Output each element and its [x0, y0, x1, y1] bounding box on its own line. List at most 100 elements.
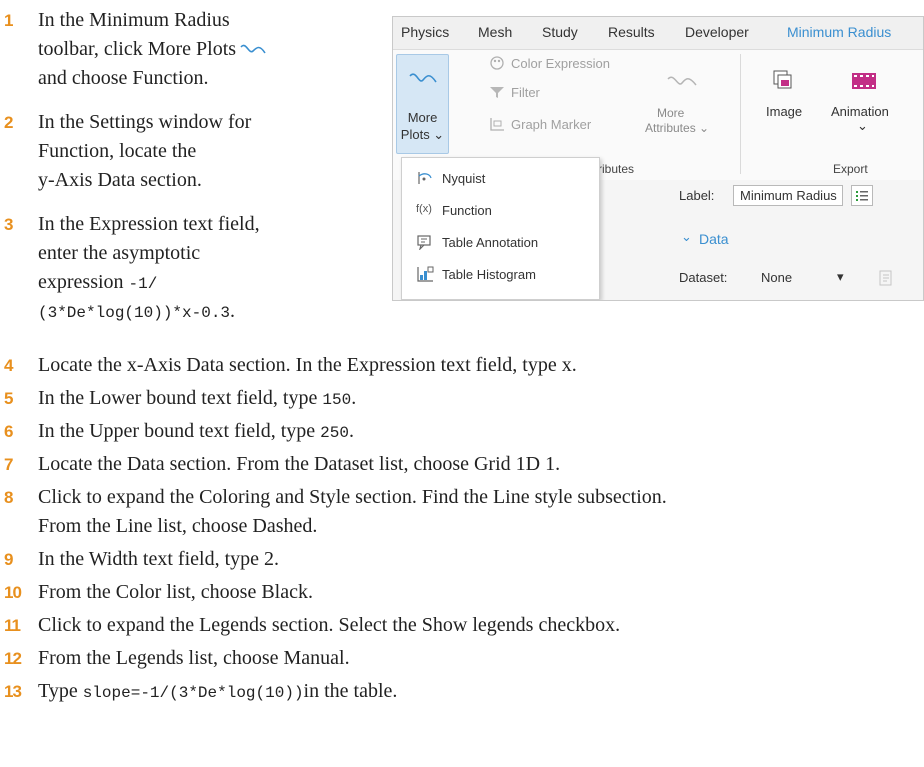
menu-item-label: Function: [442, 203, 492, 218]
tab-physics[interactable]: Physics: [401, 24, 449, 40]
step-number: 1: [4, 11, 14, 30]
step-text: and choose Function.: [38, 67, 209, 89]
animation-label: Animation: [831, 104, 889, 119]
step-number: 7: [4, 455, 14, 474]
more-attributes-label: Attributes ⌄: [645, 121, 710, 135]
step-text: In the Settings window for: [38, 111, 252, 133]
export-group-label: Export: [833, 162, 868, 176]
filter-button[interactable]: Filter: [489, 85, 540, 100]
settings-window: Label: Minimum Radius ⌄ Data Dataset: No…: [673, 180, 923, 300]
step-text: From the Line list, choose Dashed.: [38, 515, 318, 537]
tab-minimum-radius[interactable]: Minimum Radius: [787, 24, 891, 40]
more-plots-label: Plots ⌄: [400, 127, 445, 142]
more-attributes-label: More: [657, 106, 685, 120]
app-screenshot: Physics Mesh Study Results Developer Min…: [392, 16, 924, 301]
dataset-properties-icon[interactable]: [879, 270, 893, 286]
more-plots-wave-icon: [240, 44, 266, 54]
step-text: toolbar, click More Plots: [38, 38, 237, 60]
data-section-title: Data: [699, 231, 729, 247]
graph-marker-button[interactable]: Graph Marker: [489, 117, 591, 132]
code-value: slope=-1/(3*De*log(10)): [82, 684, 304, 702]
palette-icon: [490, 56, 504, 70]
code-value: 150: [322, 391, 352, 409]
step-number: 10: [4, 583, 22, 602]
list-icon: [856, 191, 868, 201]
image-export-icon: [773, 70, 792, 89]
step-text: expression: [38, 271, 124, 293]
more-plots-wave-icon: [409, 73, 437, 83]
ribbon-divider: [740, 54, 741, 174]
filter-label: Filter: [511, 85, 540, 100]
graph-marker-label: Graph Marker: [511, 117, 592, 132]
step-text: In the Upper bound text field, type: [38, 420, 321, 442]
data-section-header[interactable]: ⌄ Data: [673, 226, 923, 250]
step-text: In the Expression text field,: [38, 213, 260, 235]
step-number: 4: [4, 356, 14, 375]
wave-icon: [667, 76, 697, 86]
step-text: From the Legends list, choose Manual.: [38, 647, 350, 669]
table-annotation-icon: [417, 235, 431, 250]
menu-item-table-histogram[interactable]: Table Histogram: [402, 258, 599, 290]
tab-results[interactable]: Results: [608, 24, 655, 40]
menu-item-function[interactable]: f(x) Function: [402, 194, 599, 226]
label-caption: Label:: [679, 188, 715, 203]
menu-item-table-annotation[interactable]: Table Annotation: [402, 226, 599, 258]
chevron-down-icon: ⌄: [681, 229, 692, 244]
more-attributes-button[interactable]: More Attributes ⌄: [641, 60, 721, 150]
animation-button[interactable]: Animation ⌄: [825, 60, 905, 150]
step-text: Click to expand the Legends section. Sel…: [38, 614, 621, 636]
more-plots-button[interactable]: More Plots ⌄: [396, 54, 449, 154]
step-number: 5: [4, 389, 14, 408]
code-expression: (3*De*log(10))*x-0.3: [38, 304, 231, 322]
color-expression-label: Color Expression: [511, 56, 610, 71]
ribbon-tab-bar: Physics Mesh Study Results Developer Min…: [393, 17, 923, 50]
color-expression-button[interactable]: Color Expression: [489, 56, 610, 71]
film-strip-icon: [852, 73, 876, 89]
step-text: y-Axis Data section.: [38, 169, 202, 191]
step-number: 6: [4, 422, 14, 441]
image-button[interactable]: Image: [753, 60, 813, 130]
label-icon-button[interactable]: [851, 185, 873, 206]
step-text: Type: [38, 680, 83, 702]
menu-item-label: Nyquist: [442, 171, 486, 186]
step-number: 12: [4, 649, 22, 668]
label-field[interactable]: Minimum Radius: [733, 185, 843, 206]
step-text: Function, locate the: [38, 140, 197, 162]
dataset-caption: Dataset:: [679, 270, 728, 285]
filter-icon: [490, 87, 504, 98]
step-number: 9: [4, 550, 14, 569]
step-number: 2: [4, 113, 14, 132]
menu-item-label: Table Annotation: [442, 235, 539, 250]
more-plots-dropdown: Nyquist f(x) Function Table Annotation T…: [401, 157, 600, 300]
step-text: In the Minimum Radius: [38, 9, 230, 31]
code-value: 250: [320, 424, 349, 442]
step-number: 13: [4, 682, 22, 701]
table-histogram-icon: [417, 266, 434, 282]
menu-item-label: Table Histogram: [442, 267, 536, 282]
step-text: Locate the Data section. From the Datase…: [38, 453, 561, 475]
step-text: .: [230, 300, 236, 322]
tab-mesh[interactable]: Mesh: [478, 24, 512, 40]
menu-item-nyquist[interactable]: Nyquist: [402, 162, 599, 194]
dataset-select[interactable]: None ▾: [745, 264, 855, 290]
step-text: Click to expand the Coloring and Style s…: [38, 486, 667, 508]
chevron-down-icon: ⌄: [857, 118, 868, 133]
code-expression: -1/: [128, 275, 158, 293]
step-text: enter the asymptotic: [38, 242, 201, 264]
step-text: in the table.: [303, 680, 398, 702]
step-number: 11: [4, 616, 21, 635]
dataset-value: None: [761, 270, 793, 285]
step-number: 8: [4, 488, 14, 507]
function-icon: f(x): [416, 203, 432, 215]
dropdown-arrow-icon: ▾: [837, 269, 844, 284]
image-label: Image: [766, 104, 803, 119]
step-text: .: [351, 387, 357, 409]
step-number: 3: [4, 215, 14, 234]
tab-study[interactable]: Study: [542, 24, 578, 40]
step-text: In the Lower bound text field, type: [38, 387, 323, 409]
step-text: .: [348, 420, 354, 442]
tab-developer[interactable]: Developer: [685, 24, 749, 40]
more-plots-label: More: [407, 110, 438, 125]
step-text: Locate the x-Axis Data section. In the E…: [38, 354, 577, 376]
attributes-group-label: ributes: [598, 162, 635, 176]
